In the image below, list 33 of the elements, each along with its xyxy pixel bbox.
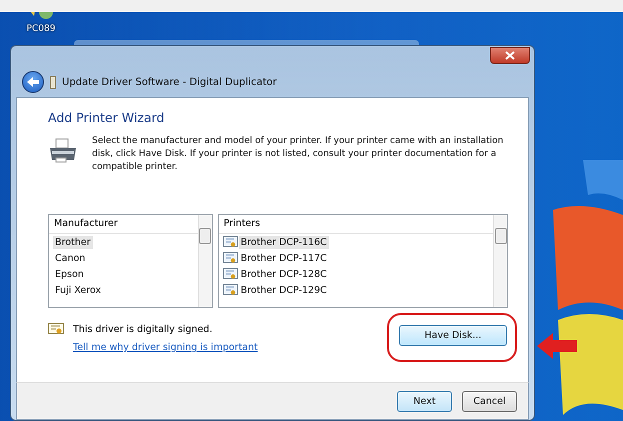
list-item[interactable]: Brother DCP-128C — [238, 268, 329, 280]
close-button[interactable] — [490, 47, 530, 64]
scrollbar[interactable] — [493, 215, 507, 307]
list-item[interactable]: Canon — [53, 252, 88, 264]
back-arrow-icon — [26, 76, 40, 88]
back-button[interactable] — [22, 71, 44, 93]
driver-icon — [222, 284, 238, 296]
list-item[interactable]: Brother DCP-129C — [238, 284, 329, 296]
have-disk-button[interactable]: Have Disk... — [399, 325, 507, 346]
list-item[interactable]: Brother DCP-117C — [238, 252, 329, 264]
list-item[interactable]: Epson — [53, 268, 86, 280]
certificate-icon — [48, 322, 64, 336]
list-item[interactable]: Fuji Xerox — [53, 284, 104, 296]
driver-icon — [222, 252, 238, 264]
list-item[interactable]: Brother DCP-116C — [238, 236, 329, 248]
wizard-heading: Add Printer Wizard — [48, 110, 166, 125]
printer-icon — [48, 138, 78, 164]
driver-icon — [222, 268, 238, 280]
pointer-arrow — [537, 333, 577, 359]
desktop-icon-label[interactable]: PC089 — [26, 24, 56, 34]
dialog-button[interactable]: Next — [397, 390, 452, 412]
instruction-text: Select the manufacturer and model of your printer. If your printer came with an installation disk, click Have Disk. If your printer is not listed, consult your printer documentation for a compatible printer. — [92, 135, 504, 174]
dialog-button[interactable]: Cancel — [462, 390, 517, 412]
column-header[interactable]: Printers — [218, 215, 493, 234]
signed-status-text: This driver is digitally signed. — [73, 324, 212, 334]
close-icon — [505, 51, 515, 60]
list-item[interactable]: Brother — [53, 236, 93, 248]
window-title: Update Driver Software - Digital Duplicator — [62, 76, 277, 88]
driver-icon — [222, 236, 238, 248]
device-icon — [50, 76, 56, 88]
column-header[interactable]: Manufacturer — [49, 215, 198, 234]
scrollbar[interactable] — [198, 215, 212, 307]
driver-signing-link[interactable]: Tell me why driver signing is important — [73, 342, 258, 353]
